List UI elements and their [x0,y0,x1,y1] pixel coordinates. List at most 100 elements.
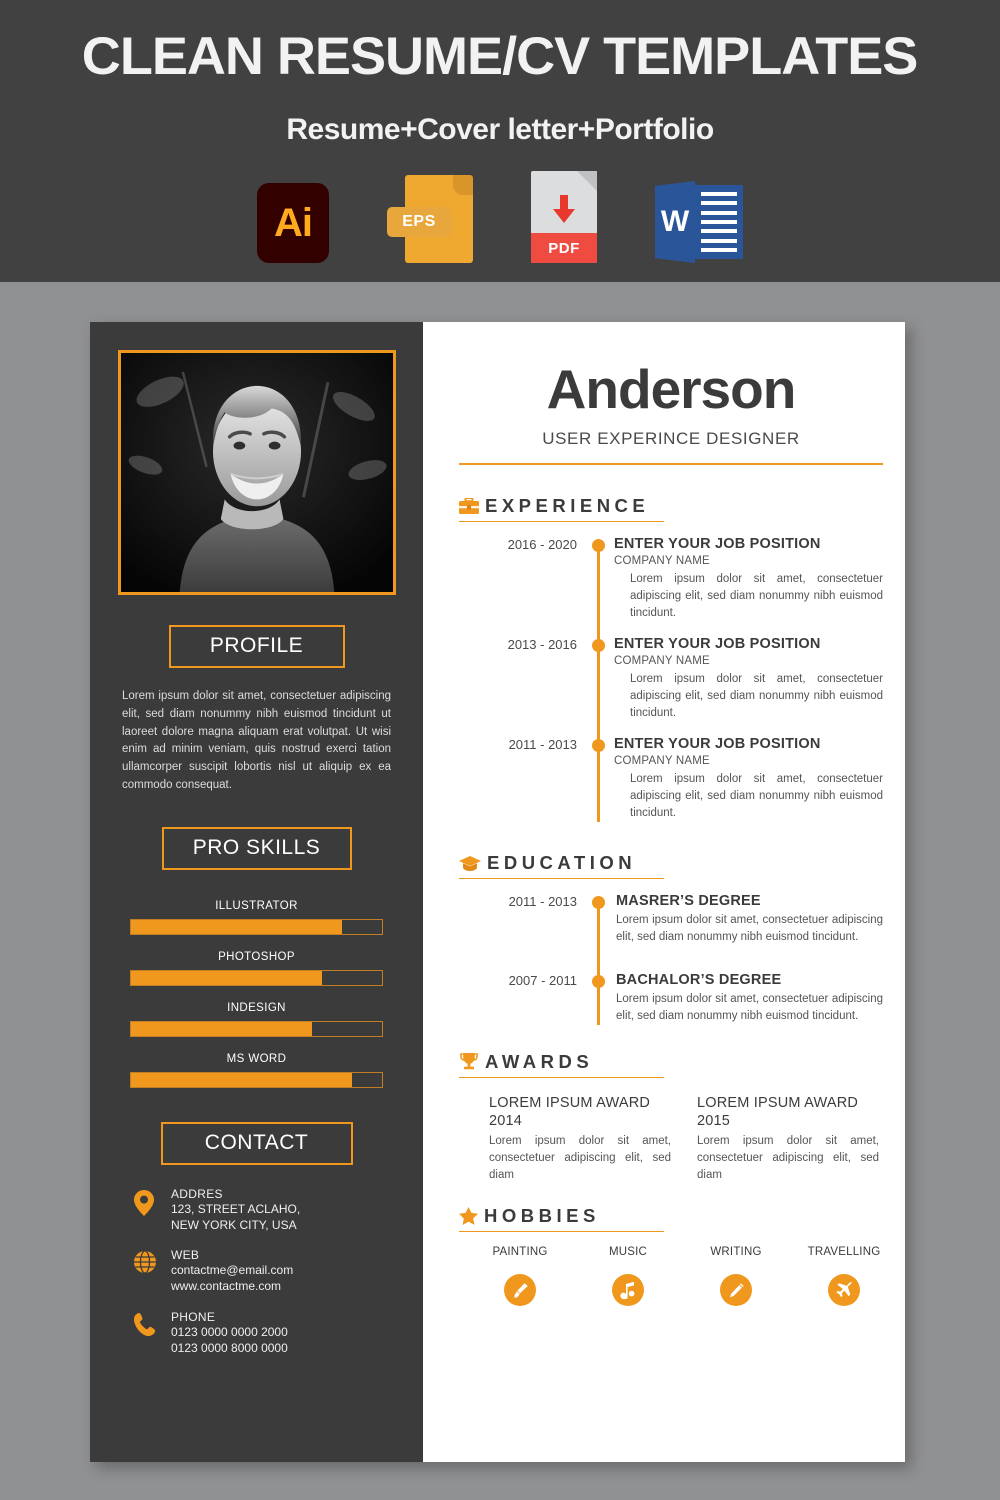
experience-position: ENTER YOUR JOB POSITION [614,536,821,552]
skill-label: ILLUSTRATOR [215,899,298,912]
skill-bar [130,969,383,986]
resume-card: PROFILE Lorem ipsum dolor sit amet, cons… [90,322,905,1462]
pencil-icon [720,1274,752,1307]
contact-title: WEB [171,1248,200,1263]
skill-label: PHOTOSHOP [218,950,295,963]
star-icon [459,1207,478,1227]
skill-item: ILLUSTRATOR [130,900,383,935]
contact-heading: CONTACT [160,1121,353,1165]
experience-date: 2011 - 2013 [508,737,577,753]
timeline-dot [592,639,605,653]
education-degree: BACHALOR’S DEGREE [616,972,782,989]
award-title: LOREM IPSUM AWARD 2015 [697,1095,859,1130]
hobbies-list: PAINTING MUSIC WRITING TRAVELLING [459,1246,883,1307]
profile-text: Lorem ipsum dolor sit amet, consectetuer… [122,690,391,792]
contact-phone[interactable]: 0123 0000 8000 0000 [171,1340,288,1356]
promo-subtitle: Resume+Cover letter+Portfolio [286,113,714,146]
education-date: 2007 - 2011 [508,973,577,989]
download-arrow-icon [549,193,579,232]
awards-heading: AWARDS [459,1051,664,1079]
experience-date: 2013 - 2016 [507,637,577,653]
education-timeline: 2011 - 2013 MASRER’S DEGREE Lorem ipsum … [459,893,883,1026]
experience-item: 2013 - 2016 ENTER YOUR JOB POSITION COMP… [459,636,883,722]
promo-title: CLEAN RESUME/CV TEMPLATES [82,27,919,86]
education-degree: MASRER’S DEGREE [616,893,761,910]
experience-description: Lorem ipsum dolor sit amet, consectetuer… [630,773,883,820]
experience-description: Lorem ipsum dolor sit amet, consectetuer… [630,673,883,720]
pdf-badge-label: PDF [531,233,597,263]
awards-section: AWARDS LOREM IPSUM AWARD 2014 Lorem ipsu… [459,1051,883,1183]
award-item: LOREM IPSUM AWARD 2015 Lorem ipsum dolor… [697,1094,879,1183]
word-lines-shape [695,185,743,259]
experience-section: EXPERIENCE 2016 - 2020 ENTER YOUR JOB PO… [459,495,883,823]
experience-company: COMPANY NAME [614,755,710,768]
skill-bar-fill [131,1021,312,1036]
contact-line: 123, STREET ACLAHO, [171,1201,301,1216]
skill-bar-fill [131,919,342,934]
award-title: LOREM IPSUM AWARD 2014 [489,1095,651,1130]
section-title: EXPERIENCE [485,495,650,516]
education-description: Lorem ipsum dolor sit amet, consectetuer… [616,993,883,1023]
contact-item-web: WEB contactme@email.com www.contactme.co… [134,1248,423,1294]
word-badge: W [655,181,743,263]
experience-company: COMPANY NAME [614,655,710,668]
skill-bar [130,918,383,935]
skills-list: ILLUSTRATOR PHOTOSHOP INDESIGN MS WORD [90,900,423,1088]
experience-position: ENTER YOUR JOB POSITION [614,736,821,753]
awards-list: LOREM IPSUM AWARD 2014 Lorem ipsum dolor… [459,1094,883,1183]
contact-email[interactable]: contactme@email.com [171,1262,293,1278]
promo-banner: CLEAN RESUME/CV TEMPLATES Resume+Cover l… [0,0,1000,282]
pdf-icon: PDF [531,171,597,263]
experience-timeline: 2016 - 2020 ENTER YOUR JOB POSITION COMP… [459,536,883,823]
avatar [117,350,396,595]
award-item: LOREM IPSUM AWARD 2014 Lorem ipsum dolor… [489,1094,671,1183]
eps-badge: EPS [387,175,473,263]
education-heading: EDUCATION [459,852,664,880]
globe-icon [134,1248,158,1274]
skill-bar-fill [131,1072,352,1087]
pdf-badge: PDF [531,171,597,263]
eps-badge-label: EPS [387,207,451,237]
timeline-dot [592,739,605,753]
hobbies-section: HOBBIES PAINTING MUSIC WRITING TRAVELLIN… [459,1205,883,1307]
skill-item: PHOTOSHOP [130,951,383,986]
experience-company: COMPANY NAME [614,555,710,567]
education-item: 2011 - 2013 MASRER’S DEGREE Lorem ipsum … [459,893,883,946]
section-title: HOBBIES [484,1205,600,1227]
skill-label: INDESIGN [227,1001,286,1014]
hobby-item: TRAVELLING [805,1246,883,1307]
hobby-item: MUSIC [589,1246,667,1307]
resume-sidebar: PROFILE Lorem ipsum dolor sit amet, cons… [90,322,423,1462]
trophy-icon [459,1053,479,1073]
portrait-photo-icon [120,353,393,592]
hobby-label: TRAVELLING [807,1246,881,1259]
job-title: USER EXPERINCE DESIGNER [542,429,800,448]
file-format-badges: Ai EPS PDF W [257,171,743,263]
contact-phone[interactable]: 0123 0000 0000 2000 [171,1324,288,1340]
contact-item-phone: PHONE 0123 0000 0000 2000 0123 0000 8000… [134,1310,423,1356]
education-section: EDUCATION 2011 - 2013 MASRER’S DEGREE Lo… [459,852,883,1026]
header-divider [459,463,883,465]
skill-item: INDESIGN [130,1002,383,1037]
music-note-icon [612,1274,644,1307]
award-description: Lorem ipsum dolor sit amet, consectetuer… [697,1135,879,1181]
skill-bar [130,1071,383,1088]
contact-website[interactable]: www.contactme.com [171,1278,293,1294]
skill-label: MS WORD [226,1052,287,1065]
hobby-label: WRITING [710,1246,762,1259]
experience-item: 2016 - 2020 ENTER YOUR JOB POSITION COMP… [459,536,883,622]
location-pin-icon [134,1187,158,1216]
hobby-label: PAINTING [492,1246,548,1259]
experience-position: ENTER YOUR JOB POSITION [614,636,821,653]
illustrator-badge: Ai [257,183,329,263]
hobbies-heading: HOBBIES [459,1205,664,1233]
profile-heading: PROFILE [168,625,345,668]
skill-bar [130,1020,383,1037]
paintbrush-icon [504,1274,536,1307]
page-title: Anderson [546,358,797,420]
skill-bar-fill [131,970,322,985]
hobby-item: WRITING [697,1246,775,1307]
graduation-cap-icon [459,856,481,874]
contact-item-address: ADDRES 123, STREET ACLAHO, NEW YORK CITY… [134,1187,423,1233]
experience-item: 2011 - 2013 ENTER YOUR JOB POSITION COMP… [459,736,883,822]
